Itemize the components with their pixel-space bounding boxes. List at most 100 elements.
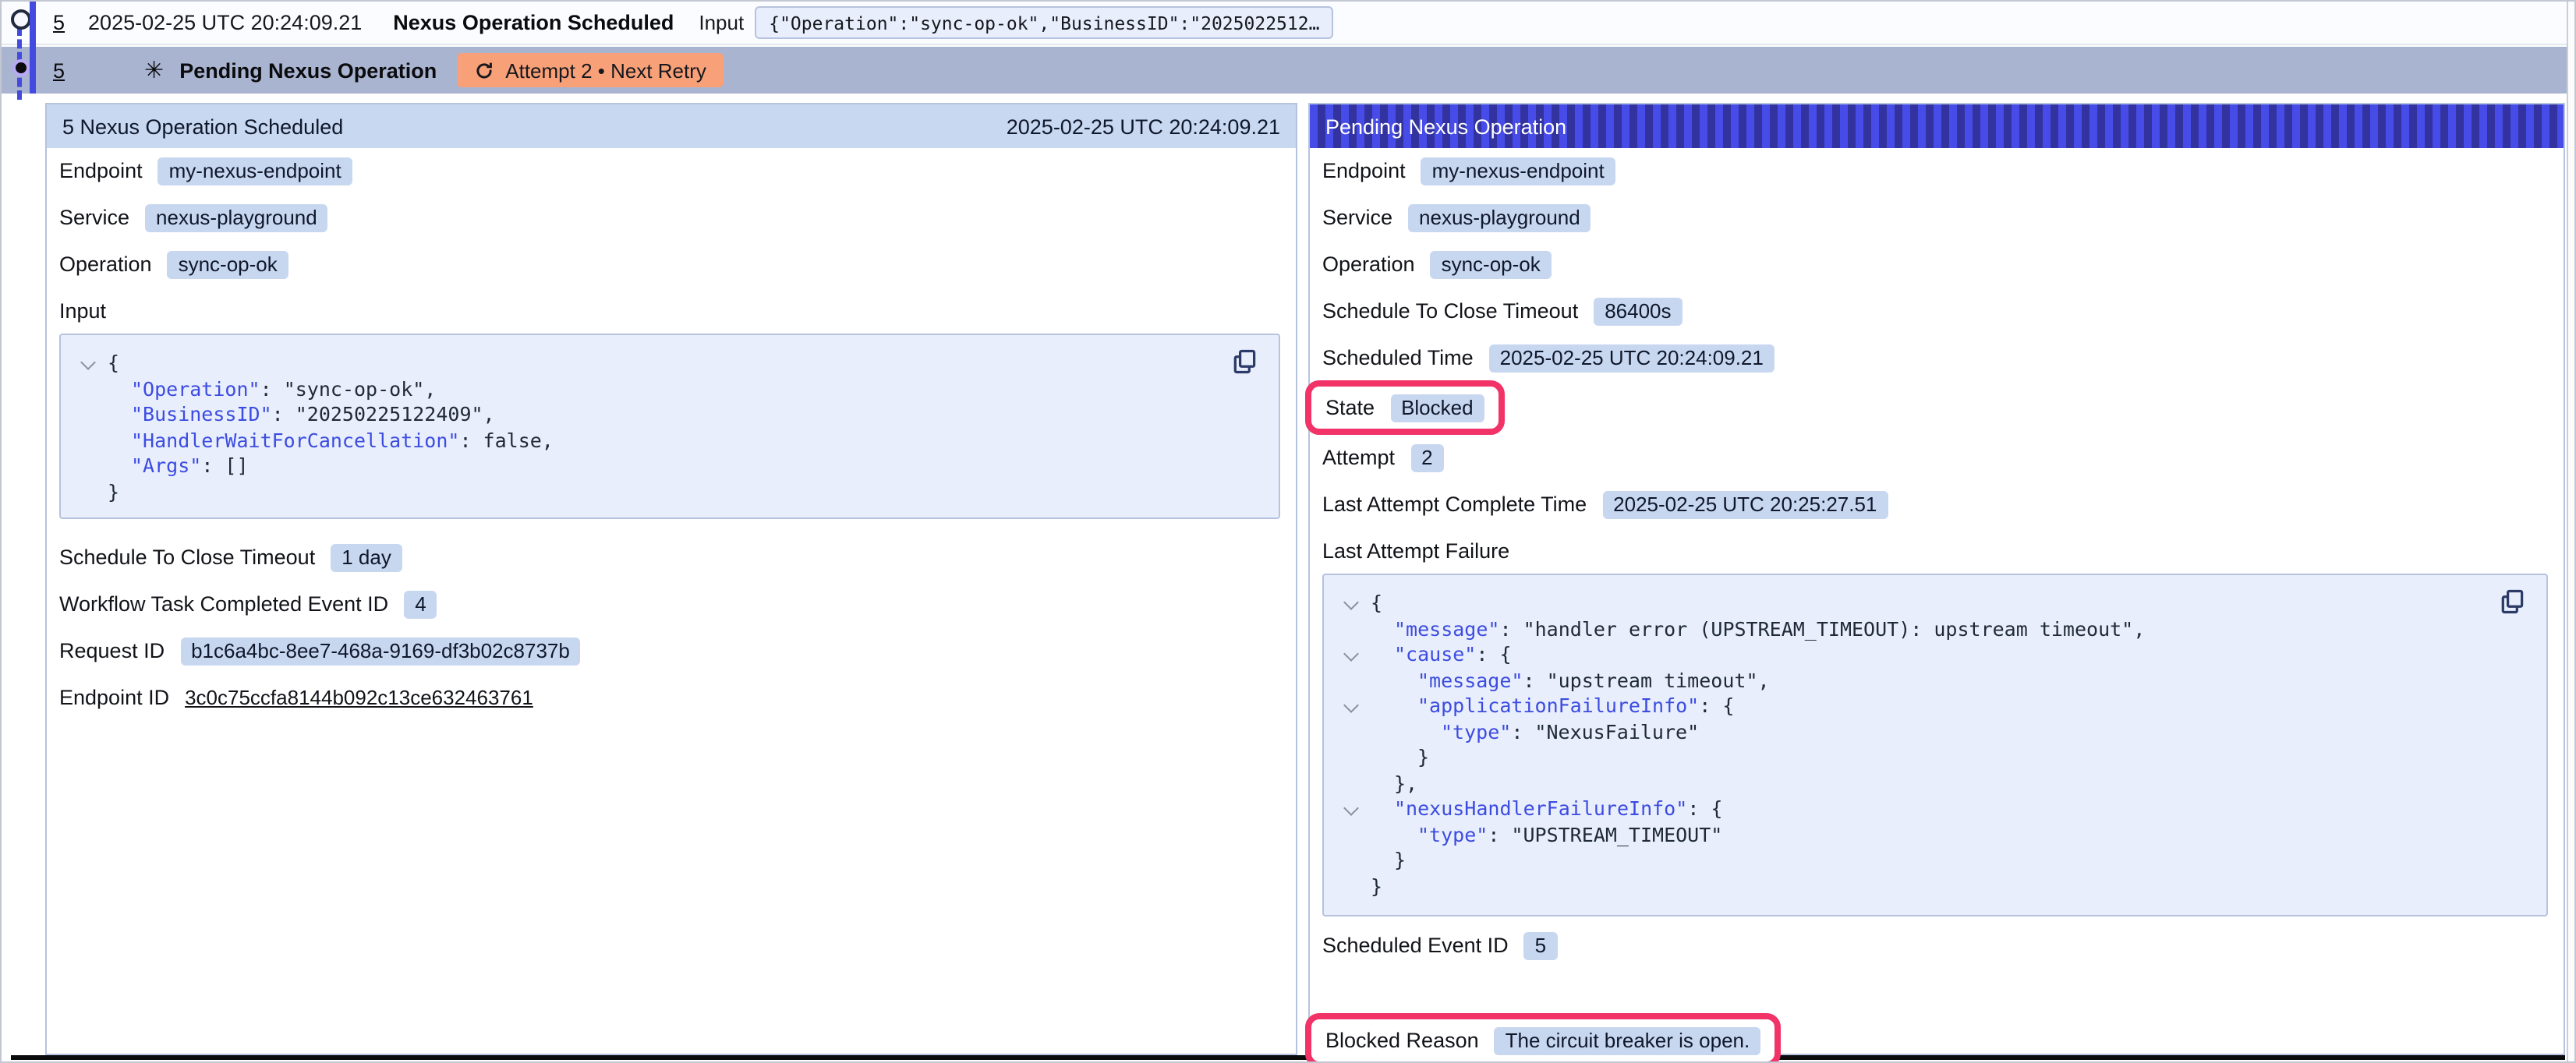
- event-title: Pending Nexus Operation: [179, 58, 437, 82]
- field-row-blocked-reason: Blocked ReasonThe circuit breaker is ope…: [1325, 1024, 1760, 1057]
- pending-operation-panel: Pending Nexus Operation Endpoint my-nexus…: [1308, 103, 2565, 1055]
- json-text: },: [1394, 771, 1417, 794]
- code-line: "type": "NexusFailure": [1336, 719, 2525, 745]
- json-key: "message": [1394, 616, 1499, 640]
- event-input-label: Input: [699, 11, 744, 34]
- json-text: : {: [1476, 642, 1511, 666]
- event-detail-panel-scheduled: 5 Nexus Operation Scheduled 2025-02-25 U…: [45, 103, 1297, 1055]
- code-line: }: [1336, 874, 2525, 899]
- code-line: "HandlerWaitForCancellation": false,: [73, 428, 1257, 454]
- field-value-badge: Blocked: [1390, 394, 1484, 422]
- field-label: Attempt: [1322, 446, 1395, 469]
- field-value-badge: The circuit breaker is open.: [1495, 1026, 1761, 1054]
- field-value-badge: sync-op-ok: [1431, 250, 1552, 278]
- panel-header-scheduled: 5 Nexus Operation Scheduled 2025-02-25 U…: [47, 104, 1296, 148]
- event-input-preview-badge[interactable]: {"Operation":"sync-op-ok","BusinessID":"…: [755, 6, 1333, 39]
- event-id-link[interactable]: 5: [53, 11, 65, 34]
- chevron-down-icon[interactable]: [80, 355, 96, 370]
- field-value-badge: 2025-02-25 UTC 20:25:27.51: [1602, 490, 1888, 518]
- event-marker-open-circle-icon: [11, 9, 31, 30]
- field-label: Operation: [1322, 253, 1415, 276]
- event-title: Nexus Operation Scheduled: [393, 11, 674, 34]
- field-row-operation: Operation sync-op-ok: [1322, 248, 2551, 281]
- failure-section-label: Last Attempt Failure: [1322, 535, 2551, 567]
- field-row-request-id: Request IDb1c6a4bc-8ee7-468a-9169-df3b02…: [59, 634, 1283, 667]
- field-label: Endpoint: [1322, 159, 1406, 182]
- json-text: : "handler error (UPSTREAM_TIMEOUT): ups…: [1499, 616, 2145, 640]
- scrollbar-gutter[interactable]: [2567, 2, 2576, 1063]
- field-label: Scheduled Event ID: [1322, 934, 1509, 957]
- panel-timestamp: 2025-02-25 UTC 20:24:09.21: [1007, 115, 1280, 138]
- bottom-window-divider: [11, 1055, 2565, 1060]
- field-row-scheduled-time: Scheduled Time 2025-02-25 UTC 20:24:09.21: [1322, 341, 2551, 374]
- chevron-down-icon[interactable]: [1343, 646, 1359, 662]
- event-id-link[interactable]: 5: [53, 58, 65, 82]
- field-row-state: State Blocked: [1325, 391, 1484, 424]
- field-value-badge: nexus-playground: [145, 203, 328, 231]
- field-value-badge: my-nexus-endpoint: [1421, 157, 1615, 185]
- field-label: Operation: [59, 253, 152, 276]
- field-value-badge: 5: [1524, 931, 1557, 959]
- field-value-badge: 1 day: [331, 543, 402, 571]
- field-row-schedule-to-close-timeout: Schedule To Close Timeout 1 day: [59, 541, 1283, 574]
- code-line: "Args": []: [73, 454, 1257, 479]
- field-value-badge: 86400s: [1594, 297, 1682, 325]
- field-row-schedule-to-close-timeout: Schedule To Close Timeout 86400s: [1322, 295, 2551, 327]
- json-text: }: [1371, 874, 1382, 897]
- timeline-rail: [2, 2, 45, 204]
- json-key: "message": [1417, 668, 1523, 691]
- field-row-workflow-task-completed-event-id: Workflow Task Completed Event ID 4: [59, 588, 1283, 620]
- field-row-scheduled-event-id: Scheduled Event ID 5: [1322, 929, 2551, 962]
- json-text: : "upstream timeout",: [1523, 668, 1769, 691]
- pending-asterisk-icon: ✳: [144, 58, 164, 82]
- field-label: Schedule To Close Timeout: [1322, 299, 1578, 323]
- field-label: Service: [1322, 206, 1392, 229]
- event-row-pending-nexus-operation[interactable]: 5 ✳ Pending Nexus Operation Attempt 2 • …: [2, 47, 2567, 94]
- json-text: }: [1394, 848, 1406, 871]
- json-text: : "NexusFailure": [1511, 719, 1699, 743]
- panel-title: Pending Nexus Operation: [1325, 115, 1566, 138]
- field-value-badge: 2025-02-25 UTC 20:24:09.21: [1489, 344, 1775, 372]
- field-row-service: Service nexus-playground: [59, 201, 1283, 234]
- json-key: "BusinessID": [131, 402, 272, 426]
- json-text: : []: [201, 454, 248, 477]
- input-json-viewer: {"Operation": "sync-op-ok","BusinessID":…: [59, 334, 1280, 519]
- field-value-badge: 2: [1410, 443, 1443, 471]
- field-label: State: [1325, 396, 1375, 419]
- retry-icon: [474, 60, 494, 80]
- field-row-endpoint-id: Endpoint ID3c0c75ccfa8144b092c13ce632463…: [59, 681, 1283, 714]
- field-value-badge: 4: [404, 590, 437, 618]
- json-text: }: [108, 479, 119, 503]
- field-row-attempt: Attempt 2: [1322, 441, 2551, 474]
- field-value-badge: b1c6a4bc-8ee7-468a-9169-df3b02c8737b: [180, 637, 581, 665]
- chevron-down-icon[interactable]: [1343, 697, 1359, 713]
- json-key: "Operation": [131, 376, 260, 400]
- input-section-label: Input: [59, 295, 1283, 327]
- field-value-badge: nexus-playground: [1408, 203, 1591, 231]
- field-row-operation: Operationsync-op-ok: [59, 248, 1283, 281]
- code-line: },: [1336, 771, 2525, 796]
- event-row-nexus-operation-scheduled[interactable]: 5 2025-02-25 UTC 20:24:09.21 Nexus Opera…: [2, 2, 2567, 45]
- code-line: "applicationFailureInfo": {: [1336, 694, 2525, 719]
- field-row-last-attempt-complete-time: Last Attempt Complete Time 2025-02-25 UTC…: [1322, 488, 2551, 521]
- code-line: }: [73, 479, 1257, 505]
- json-text: }: [1417, 745, 1429, 768]
- chevron-down-icon[interactable]: [1343, 800, 1359, 816]
- field-label: Schedule To Close Timeout: [59, 546, 315, 569]
- code-line: "Operation": "sync-op-ok",: [73, 376, 1257, 402]
- retry-status-badge: Attempt 2 • Next Retry: [457, 53, 724, 87]
- json-key: "HandlerWaitForCancellation": [131, 428, 459, 451]
- field-label: Last Attempt Complete Time: [1322, 493, 1587, 516]
- field-label: Workflow Task Completed Event ID: [59, 592, 388, 616]
- annotation-highlight-blocked-reason: Blocked ReasonThe circuit breaker is ope…: [1305, 1013, 1781, 1063]
- json-key: "applicationFailureInfo": [1417, 694, 1699, 717]
- json-text: : "UPSTREAM_TIMEOUT": [1488, 822, 1722, 846]
- selection-indicator-bar: [30, 2, 35, 94]
- field-label: Endpoint: [59, 159, 143, 182]
- field-label: Service: [59, 206, 129, 229]
- field-row-endpoint: Endpointmy-nexus-endpoint: [59, 154, 1283, 187]
- field-label: Scheduled Time: [1322, 346, 1474, 369]
- field-value-link[interactable]: 3c0c75ccfa8144b092c13ce632463761: [185, 686, 533, 709]
- code-line: {: [1336, 591, 2525, 616]
- chevron-down-icon[interactable]: [1343, 595, 1359, 610]
